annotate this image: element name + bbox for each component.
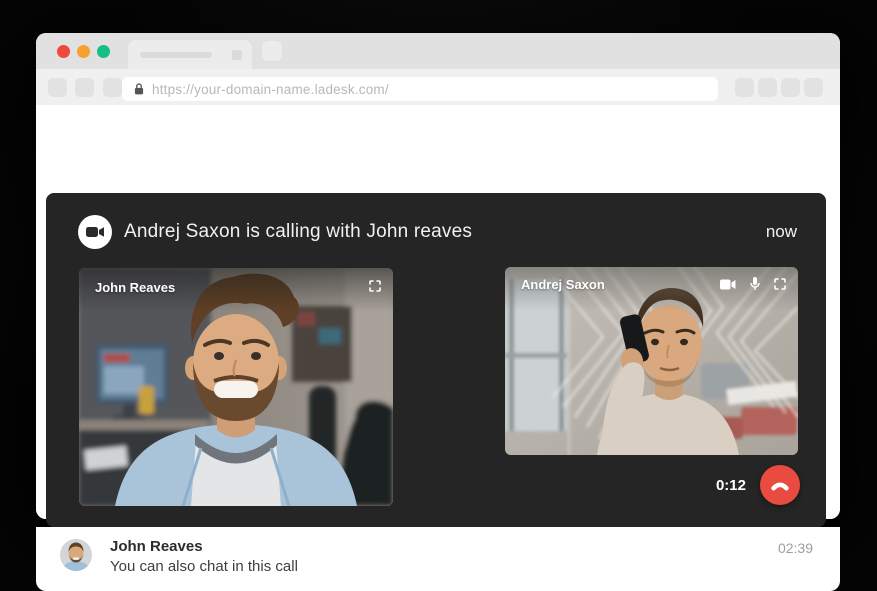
browser-tab-strip bbox=[36, 33, 840, 69]
video-label: John Reaves bbox=[95, 280, 175, 295]
video-call-panel: Andrej Saxon is calling with John reaves… bbox=[46, 193, 826, 527]
forward-button[interactable] bbox=[75, 78, 94, 97]
toolbar-button-2[interactable] bbox=[758, 78, 777, 97]
call-controls: 0:12 bbox=[716, 465, 800, 505]
page-content: Andrej Saxon is calling with John reaves… bbox=[36, 105, 840, 519]
call-duration: 0:12 bbox=[716, 477, 746, 494]
video-tile-header: Andrej Saxon bbox=[505, 267, 798, 311]
videocam-icon bbox=[720, 279, 736, 290]
url-text: https://your-domain-name.ladesk.com/ bbox=[152, 82, 389, 97]
call-timestamp: now bbox=[766, 215, 797, 249]
browser-toolbar: https://your-domain-name.ladesk.com/ bbox=[36, 69, 840, 105]
video-tile-andrej-saxon: Andrej Saxon bbox=[505, 267, 798, 455]
mic-icon bbox=[750, 277, 760, 291]
hangup-button[interactable] bbox=[760, 465, 800, 505]
lock-icon bbox=[134, 83, 144, 95]
browser-tab[interactable] bbox=[128, 40, 252, 69]
chat-text: You can also chat in this call bbox=[110, 558, 298, 575]
chat-time: 02:39 bbox=[778, 540, 813, 556]
toolbar-button-4[interactable] bbox=[804, 78, 823, 97]
fullscreen-icon bbox=[369, 280, 381, 292]
video-tile-header: John Reaves bbox=[79, 268, 393, 312]
reload-button[interactable] bbox=[103, 78, 122, 97]
toolbar-button-3[interactable] bbox=[781, 78, 800, 97]
zoom-window-button[interactable] bbox=[97, 45, 110, 58]
toolbar-button-1[interactable] bbox=[735, 78, 754, 97]
video-tile-john-reaves: John Reaves bbox=[79, 268, 393, 506]
minimize-window-button[interactable] bbox=[77, 45, 90, 58]
mic-toggle-button[interactable] bbox=[750, 277, 760, 291]
url-bar[interactable]: https://your-domain-name.ladesk.com/ bbox=[122, 77, 718, 101]
call-title: Andrej Saxon is calling with John reaves bbox=[124, 215, 472, 249]
avatar bbox=[60, 539, 92, 571]
back-button[interactable] bbox=[48, 78, 67, 97]
fullscreen-icon bbox=[774, 278, 786, 290]
chat-author: John Reaves bbox=[110, 538, 203, 555]
chat-message-row: John Reaves You can also chat in this ca… bbox=[36, 527, 840, 591]
tab-title-placeholder bbox=[140, 52, 212, 58]
close-window-button[interactable] bbox=[57, 45, 70, 58]
fullscreen-button[interactable] bbox=[774, 278, 786, 290]
fullscreen-button[interactable] bbox=[369, 280, 381, 292]
videocam-badge bbox=[78, 215, 112, 249]
new-tab-button[interactable] bbox=[262, 41, 282, 61]
camera-toggle-button[interactable] bbox=[720, 279, 736, 290]
browser-window: https://your-domain-name.ladesk.com/ And… bbox=[36, 33, 840, 519]
phone-hangup-icon bbox=[769, 475, 791, 495]
videocam-icon bbox=[86, 226, 104, 238]
video-label: Andrej Saxon bbox=[521, 277, 605, 292]
tab-close-icon[interactable] bbox=[232, 50, 242, 60]
